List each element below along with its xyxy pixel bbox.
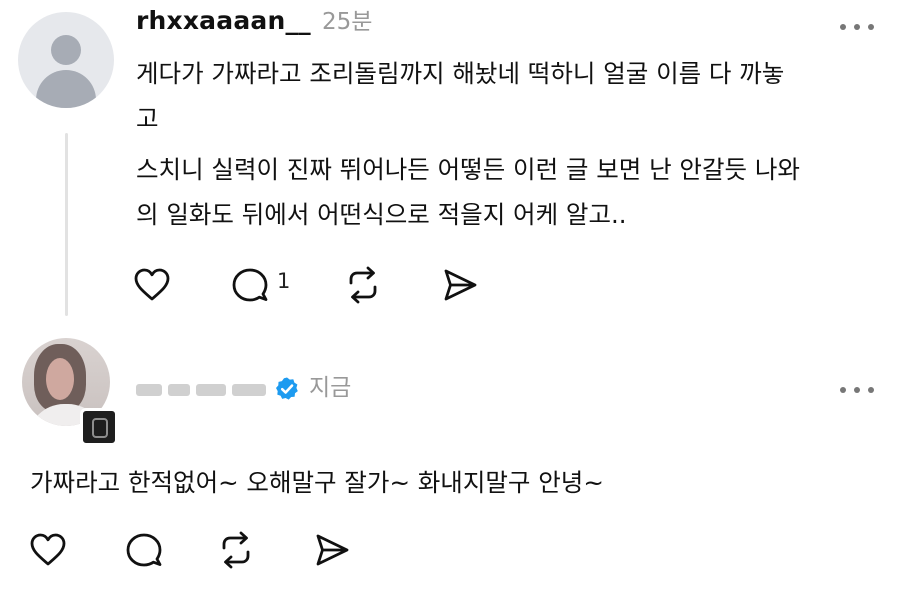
more-dot: [854, 387, 860, 393]
like-button[interactable]: [132, 265, 176, 305]
more-dot: [840, 24, 846, 30]
post-text-paragraph: 스치니 실력이 진짜 뛰어나든 어떻든 이런 글 보면 난 안갈듯 나와 의 일…: [136, 155, 800, 229]
verified-badge-icon: [276, 377, 298, 400]
share-button[interactable]: [312, 530, 356, 570]
threads-badge-icon: [80, 408, 118, 446]
more-options-icon[interactable]: [838, 380, 878, 400]
timestamp: 25분: [322, 9, 373, 35]
reply-text: 가짜라고 한적없어~ 오해말구 잘가~ 화내지말구 안녕~: [30, 468, 604, 497]
blurred-username[interactable]: [136, 381, 268, 397]
heart-icon: [134, 268, 170, 301]
thread-line: [65, 133, 68, 316]
comment-icon: [232, 268, 268, 302]
username[interactable]: rhxxaaaan__: [136, 5, 311, 37]
more-dot: [868, 24, 874, 30]
more-dot: [854, 24, 860, 30]
share-icon: [444, 269, 477, 301]
comment-count: 1: [277, 269, 291, 293]
default-avatar-head: [51, 35, 81, 65]
post-actions: 1: [132, 265, 492, 305]
repost-button[interactable]: [343, 265, 387, 305]
repost-button[interactable]: [216, 530, 260, 570]
comment-icon: [126, 533, 162, 567]
more-options-icon[interactable]: [838, 17, 878, 37]
comment-button[interactable]: [124, 530, 168, 570]
more-dot: [840, 387, 846, 393]
repost-icon: [349, 266, 377, 304]
avatar-face: [46, 358, 74, 400]
reply-actions: [28, 530, 368, 570]
default-avatar-body: [36, 70, 96, 108]
avatar[interactable]: [18, 12, 114, 108]
repost-icon: [222, 531, 250, 569]
more-dot: [868, 387, 874, 393]
post-text-paragraph: 게다가 가짜라고 조리돌림까지 해놨네 떡하니 얼굴 이름 다 까놓 고: [136, 59, 785, 133]
like-button[interactable]: [28, 530, 72, 570]
heart-icon: [30, 533, 66, 566]
share-icon: [316, 534, 349, 566]
timestamp: 지금: [309, 375, 352, 401]
comment-button[interactable]: [230, 265, 274, 305]
share-button[interactable]: [440, 265, 484, 305]
